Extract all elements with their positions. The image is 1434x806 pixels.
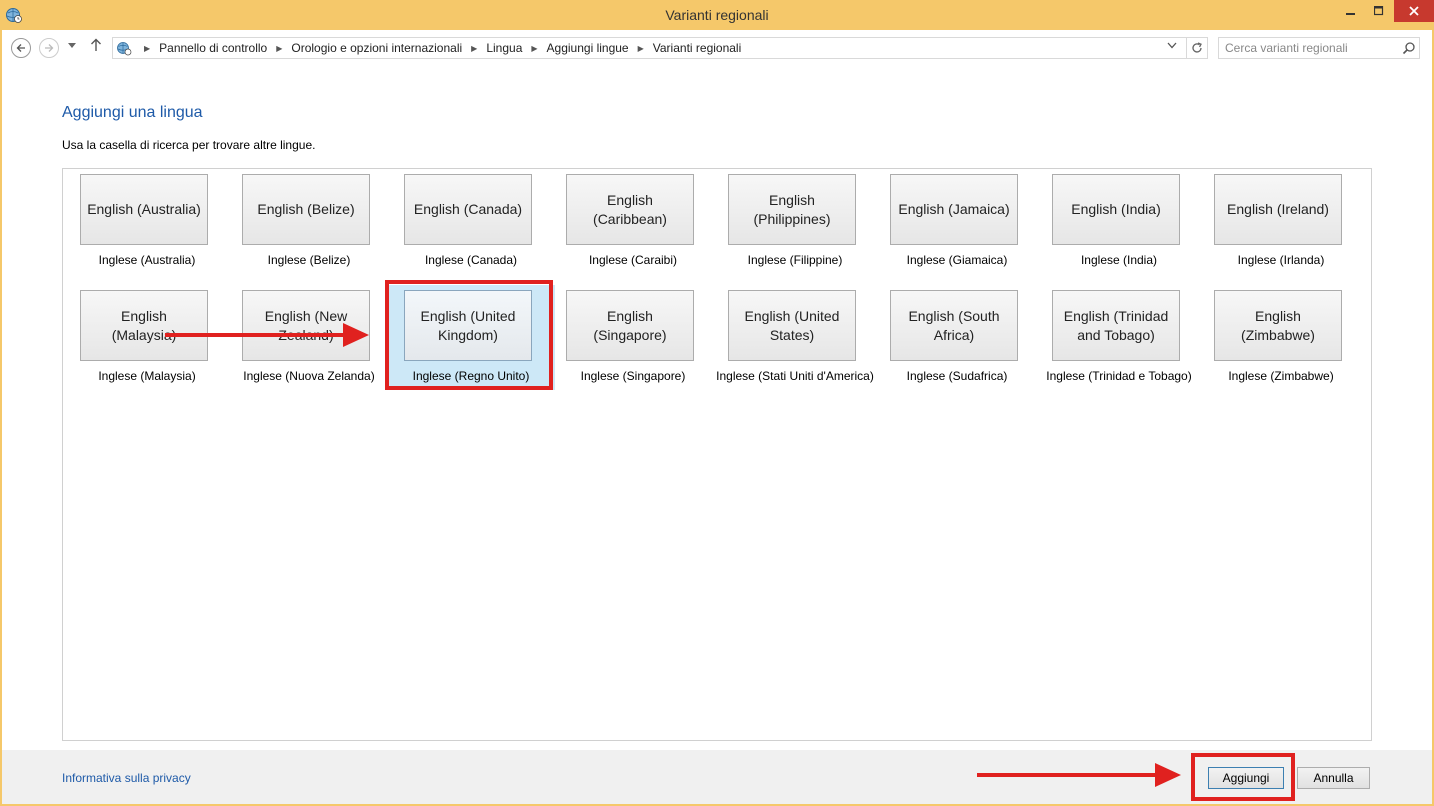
breadcrumb-item[interactable]: Pannello di controllo [159, 41, 267, 55]
forward-button[interactable] [39, 38, 59, 58]
breadcrumb-item[interactable]: Aggiungi lingue [547, 41, 629, 55]
breadcrumb-separator-icon[interactable]: ▶ [638, 44, 644, 53]
control-panel-icon [117, 42, 132, 56]
refresh-icon [1192, 42, 1202, 53]
language-tile-cell[interactable]: English (India) Inglese (India) [1035, 169, 1203, 274]
language-tile-cell[interactable]: English (Zimbabwe) Inglese (Zimbabwe) [1197, 285, 1365, 390]
language-caption: Inglese (Caraibi) [588, 253, 678, 267]
address-bar[interactable]: ▶ Pannello di controllo ▶ Orologio e opz… [112, 37, 1208, 59]
breadcrumb-item[interactable]: Varianti regionali [653, 41, 742, 55]
add-button-highlight-annotation [1191, 753, 1295, 801]
maximize-button[interactable] [1366, 0, 1392, 22]
language-caption: Inglese (Filippine) [747, 253, 843, 267]
selection-highlight-annotation [385, 280, 553, 390]
up-arrow-icon [91, 38, 101, 51]
language-caption: Inglese (Belize) [267, 253, 351, 267]
language-tile[interactable]: English (Philippines) [728, 174, 856, 245]
language-tile[interactable]: English (Singapore) [566, 290, 694, 361]
language-tile-cell[interactable]: English (Canada) Inglese (Canada) [387, 169, 555, 274]
language-tile-cell[interactable]: English (Belize) Inglese (Belize) [225, 169, 393, 274]
language-tile[interactable]: English (United States) [728, 290, 856, 361]
annotation-arrow-head-icon [1155, 763, 1181, 787]
language-tile[interactable]: English (Jamaica) [890, 174, 1018, 245]
language-tile[interactable]: English (India) [1052, 174, 1180, 245]
language-caption: Inglese (Irlanda) [1237, 253, 1325, 267]
breadcrumb-separator-icon[interactable]: ▶ [276, 44, 282, 53]
language-tile[interactable]: English (Trinidad and Tobago) [1052, 290, 1180, 361]
annotation-arrow-shaft [977, 773, 1157, 777]
language-tile[interactable]: English (South Africa) [890, 290, 1018, 361]
language-tile-cell[interactable]: English (Caribbean) Inglese (Caraibi) [549, 169, 717, 274]
breadcrumb-separator-icon[interactable]: ▶ [471, 44, 477, 53]
language-tile[interactable]: English (Belize) [242, 174, 370, 245]
minimize-icon [1346, 13, 1355, 15]
search-box[interactable] [1218, 37, 1420, 59]
back-button[interactable] [11, 38, 31, 58]
language-caption: Inglese (Australia) [98, 253, 196, 267]
language-caption: Inglese (Sudafrica) [906, 369, 1008, 383]
language-tile-cell[interactable]: English (Jamaica) Inglese (Giamaica) [873, 169, 1041, 274]
language-tile-cell[interactable]: English (Ireland) Inglese (Irlanda) [1197, 169, 1365, 274]
language-caption: Inglese (Singapore) [580, 369, 686, 383]
back-arrow-icon [16, 44, 25, 52]
language-tile-cell[interactable]: English (Philippines) Inglese (Filippine… [711, 169, 879, 274]
instructions-text: Usa la casella di ricerca per trovare al… [62, 138, 316, 152]
breadcrumb-separator-icon: ▶ [144, 43, 151, 53]
close-button[interactable] [1394, 0, 1434, 22]
privacy-link[interactable]: Informativa sulla privacy [62, 771, 191, 785]
breadcrumb-item[interactable]: Lingua [486, 41, 522, 55]
language-caption: Inglese (Stati Uniti d'America) [716, 369, 874, 383]
language-tile[interactable]: English (Canada) [404, 174, 532, 245]
language-caption: Inglese (Nuova Zelanda) [243, 369, 375, 383]
cancel-button[interactable]: Annulla [1297, 767, 1370, 789]
language-tile[interactable]: English (Zimbabwe) [1214, 290, 1342, 361]
recent-locations-dropdown[interactable] [68, 41, 76, 51]
language-tile-cell[interactable]: English (United States) Inglese (Stati U… [711, 285, 879, 390]
chevron-down-icon [68, 43, 76, 48]
refresh-button[interactable] [1186, 38, 1207, 58]
language-tile[interactable]: English (Ireland) [1214, 174, 1342, 245]
address-history-dropdown[interactable] [1167, 41, 1177, 52]
language-tile-cell[interactable]: English (Australia) Inglese (Australia) [63, 169, 231, 274]
annotation-arrow-shaft [165, 333, 345, 337]
window-client-area: ▶ Pannello di controllo ▶ Orologio e opz… [2, 30, 1432, 804]
language-caption: Inglese (Canada) [424, 253, 518, 267]
navigation-bar: ▶ Pannello di controllo ▶ Orologio e opz… [2, 30, 1432, 67]
chevron-down-icon [1167, 42, 1177, 49]
language-caption: Inglese (Giamaica) [906, 253, 1008, 267]
annotation-arrow-head-icon [343, 323, 369, 347]
search-icon[interactable] [1402, 41, 1416, 55]
language-list[interactable]: English (Australia) Inglese (Australia) … [62, 168, 1372, 741]
maximize-icon [1374, 6, 1384, 16]
language-tile-cell[interactable]: English (Malaysia) Inglese (Malaysia) [63, 285, 231, 390]
language-tile-cell[interactable]: English (Singapore) Inglese (Singapore) [549, 285, 717, 390]
search-input[interactable] [1219, 38, 1399, 58]
language-tile-cell[interactable]: English (South Africa) Inglese (Sudafric… [873, 285, 1041, 390]
language-caption: Inglese (Malaysia) [98, 369, 196, 383]
window-title: Varianti regionali [665, 7, 769, 23]
forward-arrow-icon [45, 44, 54, 52]
language-tile[interactable]: English (Caribbean) [566, 174, 694, 245]
language-caption: Inglese (India) [1080, 253, 1158, 267]
page-title: Aggiungi una lingua [62, 104, 203, 121]
language-caption: Inglese (Trinidad e Tobago) [1046, 369, 1192, 383]
language-tile-cell[interactable]: English (Trinidad and Tobago) Inglese (T… [1035, 285, 1203, 390]
title-bar: Varianti regionali [0, 0, 1434, 30]
language-caption: Inglese (Zimbabwe) [1228, 369, 1334, 383]
breadcrumb-separator-icon[interactable]: ▶ [531, 44, 537, 53]
minimize-button[interactable] [1338, 0, 1364, 22]
breadcrumb-item[interactable]: Orologio e opzioni internazionali [291, 41, 462, 55]
language-tile[interactable]: English (Malaysia) [80, 290, 208, 361]
language-tile[interactable]: English (Australia) [80, 174, 208, 245]
up-button[interactable] [90, 38, 102, 56]
breadcrumb: ▶ Pannello di controllo ▶ Orologio e opz… [135, 38, 741, 58]
close-icon [1409, 6, 1419, 16]
